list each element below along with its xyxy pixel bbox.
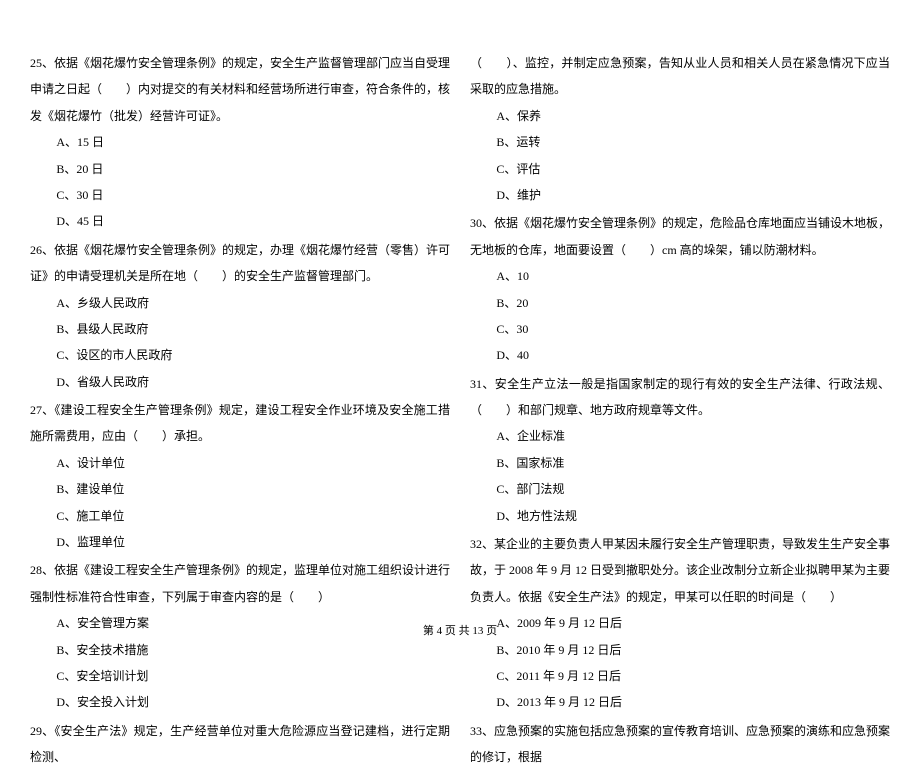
- option-c: C、30 日: [30, 182, 450, 208]
- question-text: 33、应急预案的实施包括应急预案的宣传教育培训、应急预案的演练和应急预案的修订，…: [470, 718, 890, 771]
- question-29: 29、《安全生产法》规定，生产经营单位对重大危险源应当登记建档，进行定期检测、: [30, 718, 450, 771]
- question-text: 25、依据《烟花爆竹安全管理条例》的规定，安全生产监督管理部门应当自受理申请之日…: [30, 50, 450, 129]
- question-text: 32、某企业的主要负责人甲某因未履行安全生产管理职责，导致发生生产安全事故，于 …: [470, 531, 890, 610]
- option-c: C、部门法规: [470, 476, 890, 502]
- option-c: C、施工单位: [30, 503, 450, 529]
- option-c: C、设区的市人民政府: [30, 342, 450, 368]
- question-text: 29、《安全生产法》规定，生产经营单位对重大危险源应当登记建档，进行定期检测、: [30, 718, 450, 771]
- option-a: A、10: [470, 263, 890, 289]
- option-d: D、地方性法规: [470, 503, 890, 529]
- option-d: D、监理单位: [30, 529, 450, 555]
- option-a: A、企业标准: [470, 423, 890, 449]
- option-b: B、20 日: [30, 156, 450, 182]
- question-text: 31、安全生产立法一般是指国家制定的现行有效的安全生产法律、行政法规、（ ）和部…: [470, 371, 890, 424]
- option-d: D、省级人民政府: [30, 369, 450, 395]
- option-a: A、15 日: [30, 129, 450, 155]
- question-text: 28、依据《建设工程安全生产管理条例》的规定，监理单位对施工组织设计进行强制性标…: [30, 557, 450, 610]
- question-30: 30、依据《烟花爆竹安全管理条例》的规定，危险品仓库地面应当铺设木地板，无地板的…: [470, 210, 890, 368]
- right-column: （ ）、监控，并制定应急预案，告知从业人员和相关人员在紧急情况下应当采取的应急措…: [470, 50, 890, 773]
- option-b: B、运转: [470, 129, 890, 155]
- question-25: 25、依据《烟花爆竹安全管理条例》的规定，安全生产监督管理部门应当自受理申请之日…: [30, 50, 450, 235]
- option-c: C、30: [470, 316, 890, 342]
- option-b: B、20: [470, 290, 890, 316]
- option-d: D、2013 年 9 月 12 日后: [470, 689, 890, 715]
- question-29-continued: （ ）、监控，并制定应急预案，告知从业人员和相关人员在紧急情况下应当采取的应急措…: [470, 50, 890, 208]
- option-d: D、维护: [470, 182, 890, 208]
- option-c: C、安全培训计划: [30, 663, 450, 689]
- question-text: （ ）、监控，并制定应急预案，告知从业人员和相关人员在紧急情况下应当采取的应急措…: [470, 50, 890, 103]
- option-b: B、国家标准: [470, 450, 890, 476]
- option-d: D、45 日: [30, 208, 450, 234]
- question-26: 26、依据《烟花爆竹安全管理条例》的规定，办理《烟花爆竹经营（零售）许可证》的申…: [30, 237, 450, 395]
- option-a: A、保养: [470, 103, 890, 129]
- question-31: 31、安全生产立法一般是指国家制定的现行有效的安全生产法律、行政法规、（ ）和部…: [470, 371, 890, 529]
- option-a: A、设计单位: [30, 450, 450, 476]
- option-c: C、2011 年 9 月 12 日后: [470, 663, 890, 689]
- option-d: D、安全投入计划: [30, 689, 450, 715]
- question-text: 26、依据《烟花爆竹安全管理条例》的规定，办理《烟花爆竹经营（零售）许可证》的申…: [30, 237, 450, 290]
- question-27: 27、《建设工程安全生产管理条例》规定，建设工程安全作业环境及安全施工措施所需费…: [30, 397, 450, 555]
- question-33: 33、应急预案的实施包括应急预案的宣传教育培训、应急预案的演练和应急预案的修订，…: [470, 718, 890, 771]
- option-b: B、县级人民政府: [30, 316, 450, 342]
- option-c: C、评估: [470, 156, 890, 182]
- page-footer: 第 4 页 共 13 页: [0, 622, 920, 638]
- question-text: 30、依据《烟花爆竹安全管理条例》的规定，危险品仓库地面应当铺设木地板，无地板的…: [470, 210, 890, 263]
- left-column: 25、依据《烟花爆竹安全管理条例》的规定，安全生产监督管理部门应当自受理申请之日…: [30, 50, 450, 773]
- option-a: A、乡级人民政府: [30, 290, 450, 316]
- question-text: 27、《建设工程安全生产管理条例》规定，建设工程安全作业环境及安全施工措施所需费…: [30, 397, 450, 450]
- option-b: B、建设单位: [30, 476, 450, 502]
- option-d: D、40: [470, 342, 890, 368]
